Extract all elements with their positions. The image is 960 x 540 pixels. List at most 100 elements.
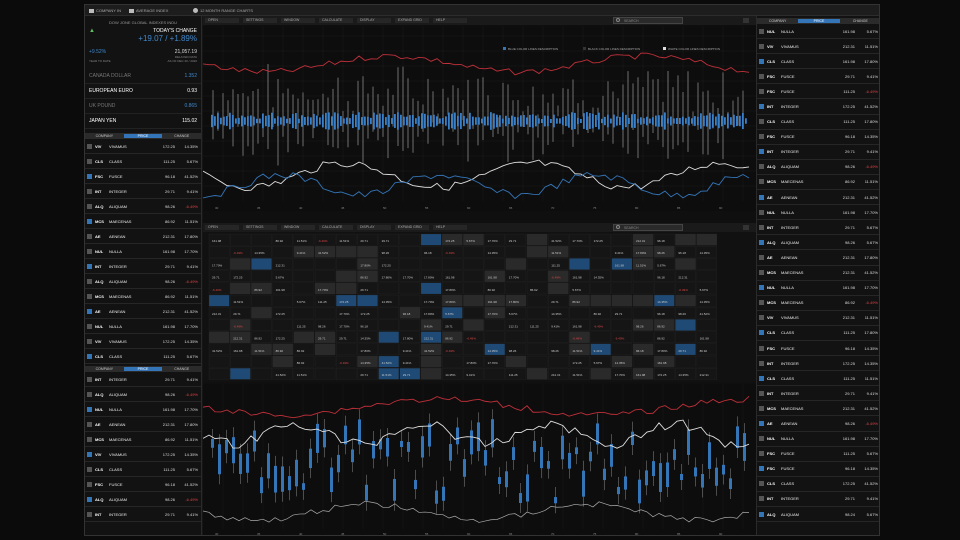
grid-cell[interactable] [208, 368, 230, 380]
list-item[interactable]: FSC FUSCE 96.18 41.52% [85, 169, 201, 184]
grid-cell[interactable] [251, 270, 272, 282]
checkbox-icon[interactable] [87, 248, 92, 254]
list-item[interactable]: CLS CLASS 172.25 41.52% [757, 477, 879, 492]
list-item[interactable]: ALQ ALIQUAM 98.26 -6.49% [85, 492, 201, 507]
checkbox-icon[interactable] [87, 323, 92, 329]
list-item[interactable]: AE AENEAN 212.31 41.52% [757, 190, 879, 206]
grid-cell[interactable] [526, 270, 548, 282]
grid-cell[interactable] [230, 258, 251, 270]
list-item[interactable]: FSC FUSCE 111.25 5.67% [757, 447, 879, 462]
checkbox-icon[interactable] [87, 188, 92, 194]
tab-price[interactable]: PRICE [123, 134, 163, 138]
list-item[interactable]: CLS CLASS 111.25 17.80% [757, 115, 879, 130]
grid-cell[interactable] [399, 258, 421, 270]
checkbox-icon[interactable] [759, 285, 764, 291]
checkbox-icon[interactable] [759, 511, 764, 517]
grid-cell[interactable] [420, 282, 442, 295]
grid-cell[interactable] [272, 246, 293, 258]
grid-cell[interactable] [696, 233, 717, 246]
range-charts-menu[interactable]: 12 MONTH RANGE CHARTS [193, 8, 253, 13]
grid-cell[interactable] [463, 270, 484, 282]
grid-cell[interactable] [399, 282, 421, 295]
grid-cell[interactable] [314, 368, 336, 380]
company-menu[interactable]: COMPANY IN [89, 8, 121, 13]
grid-cell[interactable] [463, 307, 484, 319]
list-item[interactable]: ALQ ALIQUAM 98.26 -6.49% [85, 199, 201, 214]
list-item[interactable]: ALQ ALIQUAM 98.26 -6.49% [85, 387, 201, 402]
menu-help[interactable]: HELP [433, 18, 467, 23]
grid-cell[interactable] [548, 331, 569, 343]
list-item[interactable]: VIV VIVAMUS 172.25 14.35% [85, 334, 201, 349]
list-item[interactable]: CLS CLASS 111.25 11.51% [757, 371, 879, 387]
list-item[interactable]: FSC FUSCE 96.18 41.52% [85, 477, 201, 492]
list-item[interactable]: NUL NULLA 161.98 17.70% [757, 281, 879, 296]
fx-row[interactable]: JAPAN YEN 115.02 [85, 114, 201, 129]
grid-cell[interactable] [420, 368, 442, 380]
list-item[interactable]: FSC FUSCE 96.18 14.35% [757, 130, 879, 145]
grid-cell[interactable] [569, 307, 590, 319]
close-icon[interactable] [743, 225, 749, 230]
checkbox-icon[interactable] [87, 451, 92, 457]
grid-cell[interactable] [484, 368, 505, 380]
grid-cell[interactable] [399, 233, 421, 246]
grid-cell[interactable] [675, 233, 696, 246]
list-item[interactable]: VIV VIVAMUS 172.25 14.35% [85, 447, 201, 462]
grid-cell[interactable] [696, 270, 717, 282]
list-item[interactable]: NUL NULLA 161.98 17.70% [757, 205, 879, 221]
menu-display[interactable]: DISPLAY [357, 18, 391, 23]
checkbox-icon[interactable] [87, 353, 92, 359]
checkbox-icon[interactable] [759, 224, 764, 230]
list-item[interactable]: ALQ ALIQUAM 98.24 5.67% [757, 507, 879, 523]
checkbox-icon[interactable] [759, 315, 764, 321]
grid-cell[interactable] [272, 294, 293, 307]
fx-row[interactable]: EUROPEAN EURO 0.93 [85, 84, 201, 99]
checkbox-icon[interactable] [759, 405, 764, 411]
checkbox-icon[interactable] [759, 390, 764, 396]
grid-cell[interactable] [208, 294, 230, 307]
grid-cell[interactable] [505, 282, 527, 295]
list-item[interactable]: CLS CLASS 111.25 5.67% [85, 154, 201, 169]
grid-cell[interactable] [484, 331, 505, 343]
fx-row[interactable]: CANADA DOLLAR 1.352 [85, 69, 201, 84]
grid-cell[interactable] [251, 307, 272, 319]
checkbox-icon[interactable] [87, 496, 92, 502]
grid-cell[interactable] [230, 355, 251, 368]
grid-cell[interactable] [526, 233, 548, 246]
list-item[interactable]: MCS MAECENAS 212.31 41.52% [757, 401, 879, 417]
grid-cell[interactable] [420, 233, 442, 246]
grid-cell[interactable] [590, 331, 611, 343]
grid-cell[interactable] [314, 270, 336, 282]
list-item[interactable]: MCS MAECENAS 212.31 41.52% [757, 266, 879, 281]
grid-cell[interactable] [251, 258, 272, 270]
checkbox-icon[interactable] [759, 300, 764, 306]
list-item[interactable]: NUL NULLA 161.98 17.70% [85, 402, 201, 417]
list-item[interactable]: MCS MAECENAS 86.92 11.51% [85, 432, 201, 447]
grid-cell[interactable] [632, 331, 654, 343]
list-item[interactable]: INT INTEGER 29.71 9.41% [85, 372, 201, 387]
list-item[interactable]: INT INTEGER 29.71 9.41% [85, 184, 201, 199]
grid-cell[interactable] [569, 258, 590, 270]
grid-cell[interactable] [378, 307, 399, 319]
checkbox-icon[interactable] [87, 233, 92, 239]
menu-expand-grid[interactable]: EXPAND GRID [395, 225, 429, 230]
menu-window[interactable]: WINDOW [281, 225, 315, 230]
grid-cell[interactable] [336, 343, 357, 356]
grid-cell[interactable] [357, 294, 378, 307]
grid-cell[interactable] [484, 319, 505, 331]
grid-cell[interactable] [675, 294, 696, 307]
grid-cell[interactable] [526, 307, 548, 319]
grid-cell[interactable] [293, 258, 315, 270]
checkbox-icon[interactable] [759, 209, 764, 215]
list-item[interactable]: MCS MAECENAS 86.92 11.51% [85, 214, 201, 229]
grid-cell[interactable] [484, 258, 505, 270]
checkbox-icon[interactable] [759, 330, 764, 336]
list-item[interactable]: CLS CLASS 161.98 17.80% [757, 54, 879, 70]
list-item[interactable]: AE AENEAN 212.31 17.80% [85, 229, 201, 244]
grid-cell[interactable] [272, 319, 293, 331]
checkbox-icon[interactable] [759, 254, 764, 260]
checkbox-icon[interactable] [759, 466, 764, 472]
grid-cell[interactable] [675, 258, 696, 270]
checkbox-icon[interactable] [87, 293, 92, 299]
checkbox-icon[interactable] [759, 119, 764, 125]
checkbox-icon[interactable] [759, 481, 764, 487]
